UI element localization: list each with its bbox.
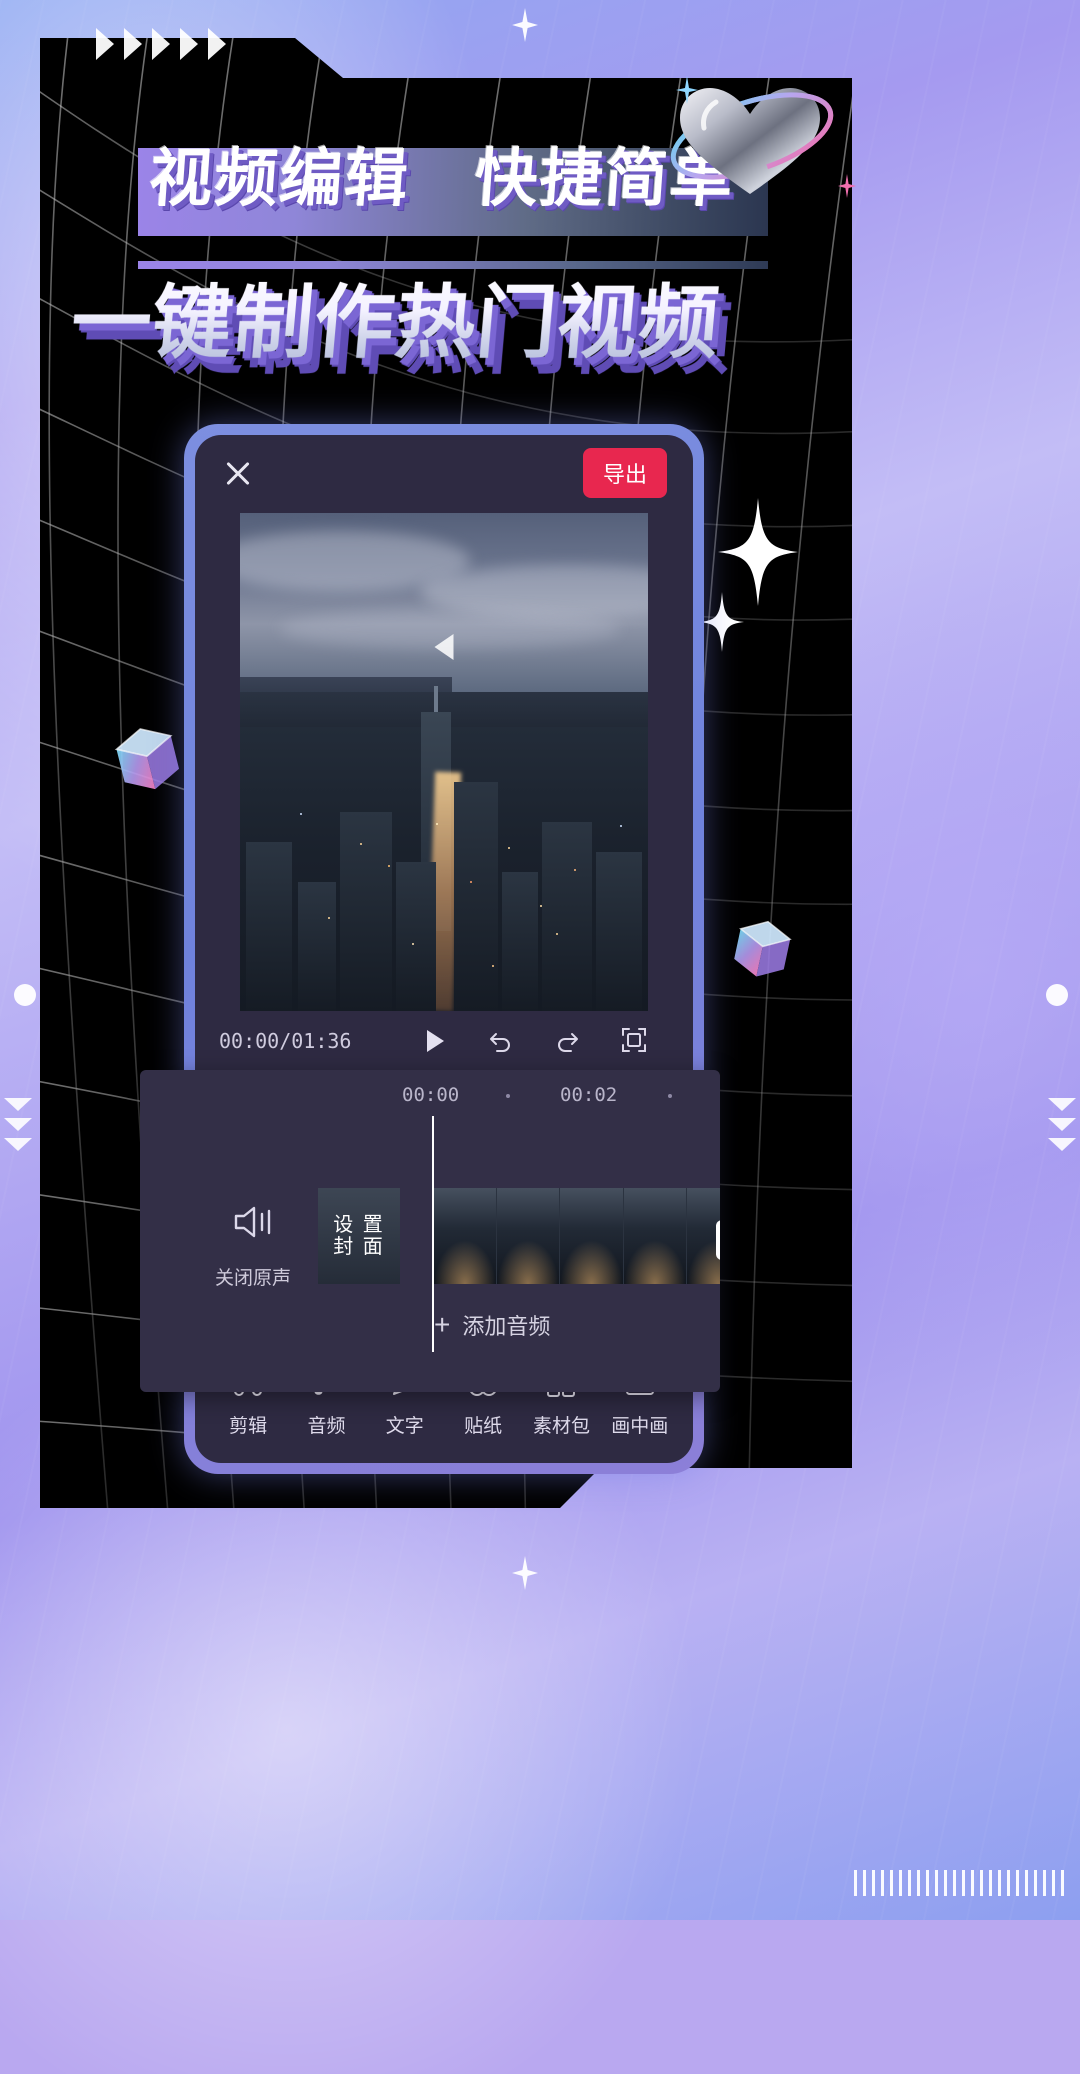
preview-building bbox=[246, 841, 292, 1011]
tool-label: 音频 bbox=[307, 1415, 346, 1437]
four-point-sparkle-icon bbox=[838, 174, 856, 198]
mute-label: 关闭原声 bbox=[214, 1268, 291, 1289]
tool-label: 剪辑 bbox=[229, 1415, 268, 1437]
app-header: 导出 bbox=[195, 435, 693, 511]
page-subtitle: 一键制作热门视频 bbox=[67, 258, 817, 374]
set-cover-line2: 封 面 bbox=[333, 1236, 385, 1258]
preview-building bbox=[340, 811, 392, 1011]
video-preview-area bbox=[195, 513, 693, 1011]
video-clip-thumb[interactable] bbox=[497, 1188, 561, 1284]
tool-label: 画中画 bbox=[611, 1415, 669, 1437]
video-clip-thumb[interactable] bbox=[560, 1188, 624, 1284]
four-point-sparkle-icon bbox=[676, 76, 698, 104]
video-preview[interactable] bbox=[240, 513, 648, 1011]
video-clip-thumb[interactable] bbox=[623, 1188, 687, 1284]
four-point-sparkle-icon bbox=[512, 1556, 538, 1590]
undo-icon[interactable] bbox=[485, 1026, 515, 1056]
play-triangle-icon[interactable] bbox=[434, 634, 454, 661]
set-cover-line1: 设 置 bbox=[333, 1214, 385, 1236]
close-icon[interactable] bbox=[221, 456, 255, 490]
ruler-label: 00:00 bbox=[402, 1084, 460, 1106]
four-point-sparkle-icon bbox=[718, 498, 798, 606]
video-clip-thumb[interactable] bbox=[434, 1188, 498, 1284]
video-clip-track[interactable] bbox=[434, 1188, 720, 1284]
four-point-sparkle-icon bbox=[512, 8, 538, 42]
timeline-body: 关闭原声 设 置 封 面 + + 添加音频 bbox=[140, 1116, 720, 1392]
control-icons bbox=[399, 1026, 669, 1056]
tick-marks-icon bbox=[854, 1870, 1064, 1896]
preview-building bbox=[454, 781, 498, 1011]
play-icon[interactable] bbox=[418, 1026, 448, 1056]
tool-label: 素材包 bbox=[532, 1415, 590, 1437]
preview-building bbox=[502, 871, 538, 1011]
tool-label: 贴纸 bbox=[464, 1415, 503, 1437]
preview-building bbox=[542, 821, 592, 1011]
ruler-label: 00:02 bbox=[560, 1084, 618, 1106]
glass-cube-icon bbox=[114, 728, 180, 790]
ruler-dot bbox=[668, 1094, 672, 1098]
time-label: 00:00/01:36 bbox=[219, 1029, 352, 1053]
preview-building bbox=[596, 851, 642, 1011]
plus-icon: + bbox=[434, 1309, 451, 1340]
fullscreen-icon[interactable] bbox=[620, 1026, 650, 1056]
add-audio-label: 添加音频 bbox=[462, 1314, 551, 1339]
add-audio-button[interactable]: + 添加音频 bbox=[434, 1302, 720, 1348]
set-cover-button[interactable]: 设 置 封 面 bbox=[318, 1188, 400, 1284]
down-chevrons-icon bbox=[4, 1098, 32, 1151]
decor-dot bbox=[1046, 984, 1068, 1006]
timeline-ruler: 00:00 00:02 bbox=[140, 1070, 720, 1116]
add-clip-button[interactable]: + bbox=[716, 1220, 720, 1260]
speaker-mute-icon bbox=[198, 1200, 308, 1249]
four-point-sparkle-icon bbox=[700, 592, 744, 652]
set-cover-label: 设 置 封 面 bbox=[333, 1214, 385, 1258]
export-button[interactable]: 导出 bbox=[582, 448, 667, 498]
timeline-panel: 00:00 00:02 关闭原声 设 置 封 面 + 添加音频 bbox=[140, 1070, 720, 1392]
preview-building bbox=[298, 881, 336, 1011]
tool-label: 文字 bbox=[385, 1415, 424, 1437]
preview-building bbox=[396, 861, 436, 1011]
redo-icon[interactable] bbox=[553, 1026, 583, 1056]
right-arrows-icon bbox=[96, 28, 226, 60]
glass-cube-icon bbox=[734, 920, 792, 977]
decor-dot bbox=[14, 984, 36, 1006]
down-chevrons-icon bbox=[1048, 1098, 1076, 1151]
playback-controls: 00:00/01:36 bbox=[195, 1011, 693, 1071]
ruler-dot bbox=[506, 1094, 510, 1098]
mute-original-audio-button[interactable]: 关闭原声 bbox=[198, 1200, 308, 1290]
